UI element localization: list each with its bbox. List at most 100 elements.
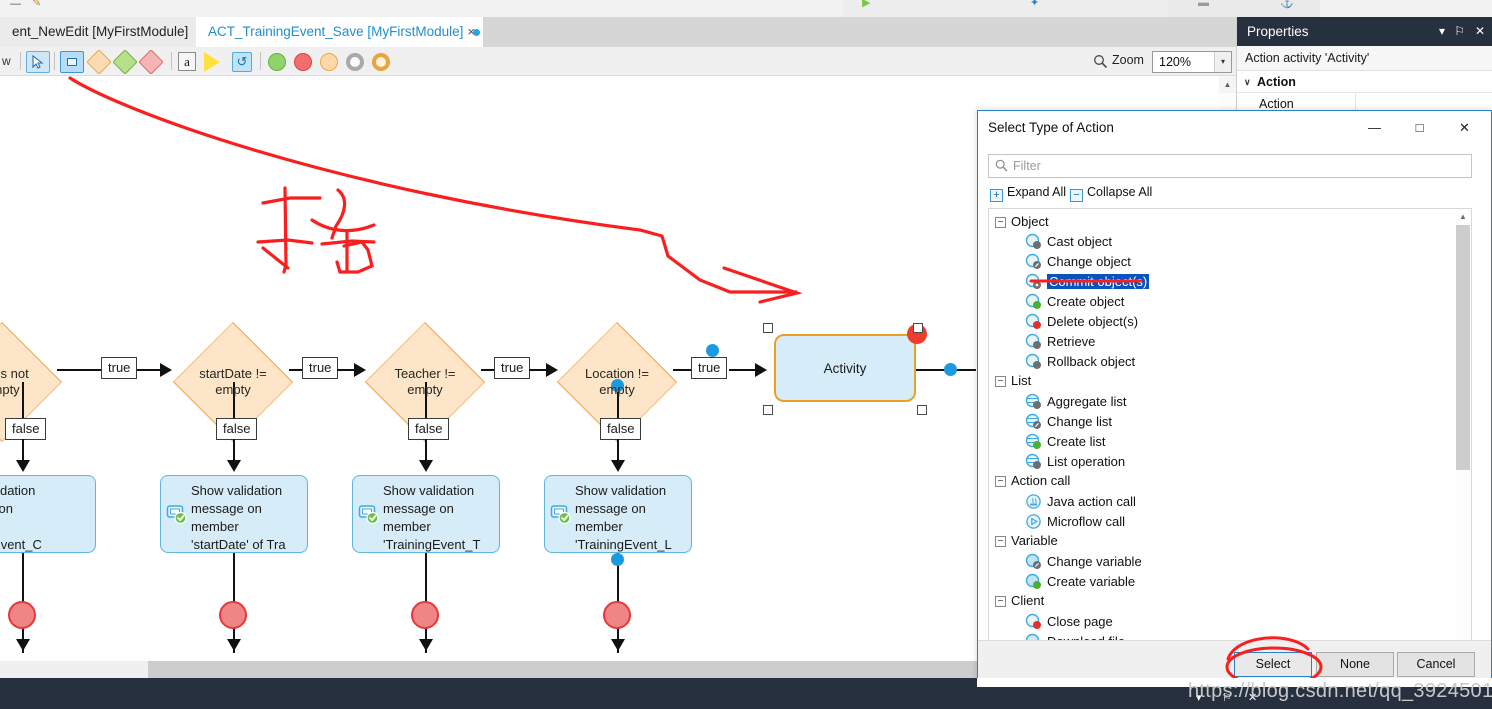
tree-item-rollback-object[interactable]: Rollback object: [1025, 352, 1135, 371]
collapse-all-button[interactable]: − Collapse All: [1070, 185, 1152, 203]
collapse-icon[interactable]: −: [995, 476, 1006, 487]
tree-item-change-list[interactable]: Change list: [1025, 412, 1112, 431]
connector-handle-dot[interactable]: [706, 344, 719, 357]
tree-group-action-call[interactable]: − Action call: [995, 472, 1070, 490]
select-arrow-icon[interactable]: [26, 51, 50, 73]
scroll-up-icon[interactable]: ▲: [1219, 76, 1236, 93]
loop-icon[interactable]: ↺: [232, 52, 252, 72]
decision-node-3[interactable]: Teacher != empty: [364, 321, 486, 443]
maximize-icon[interactable]: □: [1397, 111, 1442, 144]
end-event-1[interactable]: [8, 601, 36, 629]
show-validation-message-icon: [549, 502, 573, 526]
tab-label: ent_NewEdit [MyFirstModule]: [12, 24, 189, 39]
activity-node-1[interactable]: how validation essage on ember rainingEv…: [0, 475, 96, 553]
resize-handle-tr[interactable]: [913, 323, 923, 333]
annotation-a-icon[interactable]: a: [178, 52, 196, 71]
end-event-4[interactable]: [603, 601, 631, 629]
chevron-expand-icon[interactable]: ∨: [1244, 71, 1251, 93]
tree-item-close-page[interactable]: Close page: [1025, 612, 1113, 631]
decision-node-2[interactable]: startDate != empty: [172, 321, 294, 443]
green-circle-icon[interactable]: [268, 53, 286, 71]
tree-item-aggregate-list[interactable]: Aggregate list: [1025, 392, 1127, 411]
tree-item-commit-objects[interactable]: Commit object(s): [1025, 272, 1150, 291]
show-validation-message-icon: [357, 502, 381, 526]
activity-node-3[interactable]: Show validation message on member 'Train…: [352, 475, 500, 553]
pin-icon[interactable]: ⚐: [1454, 17, 1465, 46]
resize-handle-br[interactable]: [917, 405, 927, 415]
tree-group-client[interactable]: − Client: [995, 592, 1044, 610]
tree-item-create-list[interactable]: Create list: [1025, 432, 1106, 451]
filter-input[interactable]: Filter: [988, 154, 1472, 178]
tree-item-change-variable[interactable]: Change variable: [1025, 552, 1142, 571]
close-icon[interactable]: ✕: [1442, 111, 1487, 144]
scroll-up-icon[interactable]: ▲: [1455, 209, 1471, 225]
create-list-icon: [1025, 433, 1042, 450]
activity-node-2[interactable]: Show validation message on member 'start…: [160, 475, 308, 553]
connector-handle-dot[interactable]: [944, 363, 957, 376]
collapse-icon[interactable]: −: [995, 217, 1006, 228]
tree-item-label: Close page: [1047, 614, 1113, 629]
tree-item-create-variable[interactable]: Create variable: [1025, 572, 1135, 591]
false-label-4: false: [600, 418, 642, 440]
tree-group-variable[interactable]: − Variable: [995, 532, 1058, 550]
tree-item-microflow-call[interactable]: Microflow call: [1025, 512, 1125, 531]
grey-circle-icon[interactable]: [346, 53, 364, 71]
tree-group-list[interactable]: − List: [995, 372, 1031, 390]
orange-circle-icon[interactable]: [372, 53, 390, 71]
select-button[interactable]: Select: [1234, 652, 1312, 677]
collapse-icon[interactable]: −: [995, 376, 1006, 387]
minimize-icon[interactable]: —: [1352, 111, 1397, 144]
tree-item-label: Java action call: [1047, 494, 1136, 509]
decision-node-4[interactable]: Location != empty: [556, 321, 678, 443]
resize-handle-bl[interactable]: [763, 405, 773, 415]
chevron-down-icon[interactable]: ▾: [1439, 17, 1445, 46]
none-button[interactable]: None: [1316, 652, 1394, 677]
activity-node-4[interactable]: Show validation message on member 'Train…: [544, 475, 692, 553]
expand-all-button[interactable]: + Expand All: [990, 185, 1066, 203]
zoom-select[interactable]: 120% ▾: [1152, 51, 1232, 73]
action-type-tree[interactable]: − Object Cast object Change object Commit…: [988, 208, 1472, 663]
activity-label: Show validation message on member 'Train…: [575, 483, 672, 552]
end-event-2[interactable]: [219, 601, 247, 629]
tab-act-trainingevent-newedit[interactable]: ent_NewEdit [MyFirstModule]: [0, 17, 196, 47]
cancel-button[interactable]: Cancel: [1397, 652, 1475, 677]
peach-circle-icon[interactable]: [320, 53, 338, 71]
ribbon-play-icon[interactable]: ▶: [862, 0, 870, 12]
decision-node-1[interactable]: urses not empty: [0, 321, 63, 443]
object-activity-icon[interactable]: [60, 51, 84, 73]
tree-item-delete-objects[interactable]: Delete object(s): [1025, 312, 1138, 331]
ribbon-minimize-icon[interactable]: —: [10, 0, 21, 13]
decision-orange-icon[interactable]: [86, 49, 112, 75]
tree-vertical-scrollbar[interactable]: ▲ ▼: [1455, 209, 1471, 662]
collapse-icon[interactable]: −: [995, 536, 1006, 547]
tree-item-list-operation[interactable]: List operation: [1025, 452, 1125, 471]
tree-item-retrieve[interactable]: Retrieve: [1025, 332, 1095, 351]
chevron-down-icon[interactable]: ▾: [1214, 52, 1231, 72]
close-icon[interactable]: ✕: [1475, 17, 1485, 46]
tree-item-cast-object[interactable]: Cast object: [1025, 232, 1112, 251]
ribbon-tool-icon[interactable]: ✦: [1030, 0, 1039, 12]
show-validation-message-icon: [165, 502, 189, 526]
tab-close-icon[interactable]: ×: [467, 17, 475, 47]
selected-activity-node[interactable]: Activity: [774, 334, 916, 402]
dialog-body: Filter + Expand All − Collapse All − Object…: [978, 144, 1491, 688]
tree-item-java-action-call[interactable]: Java action call: [1025, 492, 1136, 511]
decision-green-icon[interactable]: [112, 49, 138, 75]
true-label-1: true: [101, 357, 138, 379]
collapse-icon[interactable]: −: [995, 596, 1006, 607]
collapse-all-label: Collapse All: [1087, 185, 1153, 199]
tree-item-create-object[interactable]: Create object: [1025, 292, 1124, 311]
yellow-arrow-icon[interactable]: [204, 52, 220, 72]
tree-item-change-object[interactable]: Change object: [1025, 252, 1131, 271]
decision-red-icon[interactable]: [138, 49, 164, 75]
properties-group-header[interactable]: ∨ Action: [1237, 71, 1492, 93]
ribbon-pencil-icon[interactable]: ✎: [32, 0, 41, 12]
red-circle-icon[interactable]: [294, 53, 312, 71]
scrollbar-thumb[interactable]: [1456, 225, 1470, 470]
resize-handle-tl[interactable]: [763, 323, 773, 333]
tab-act-trainingevent-save[interactable]: ACT_TrainingEvent_Save [MyFirstModule] ×: [196, 17, 483, 47]
activity-label: how validation essage on ember rainingEv…: [0, 483, 42, 552]
tree-group-object[interactable]: − Object: [995, 213, 1049, 231]
connector-handle-dot[interactable]: [611, 553, 624, 566]
end-event-3[interactable]: [411, 601, 439, 629]
